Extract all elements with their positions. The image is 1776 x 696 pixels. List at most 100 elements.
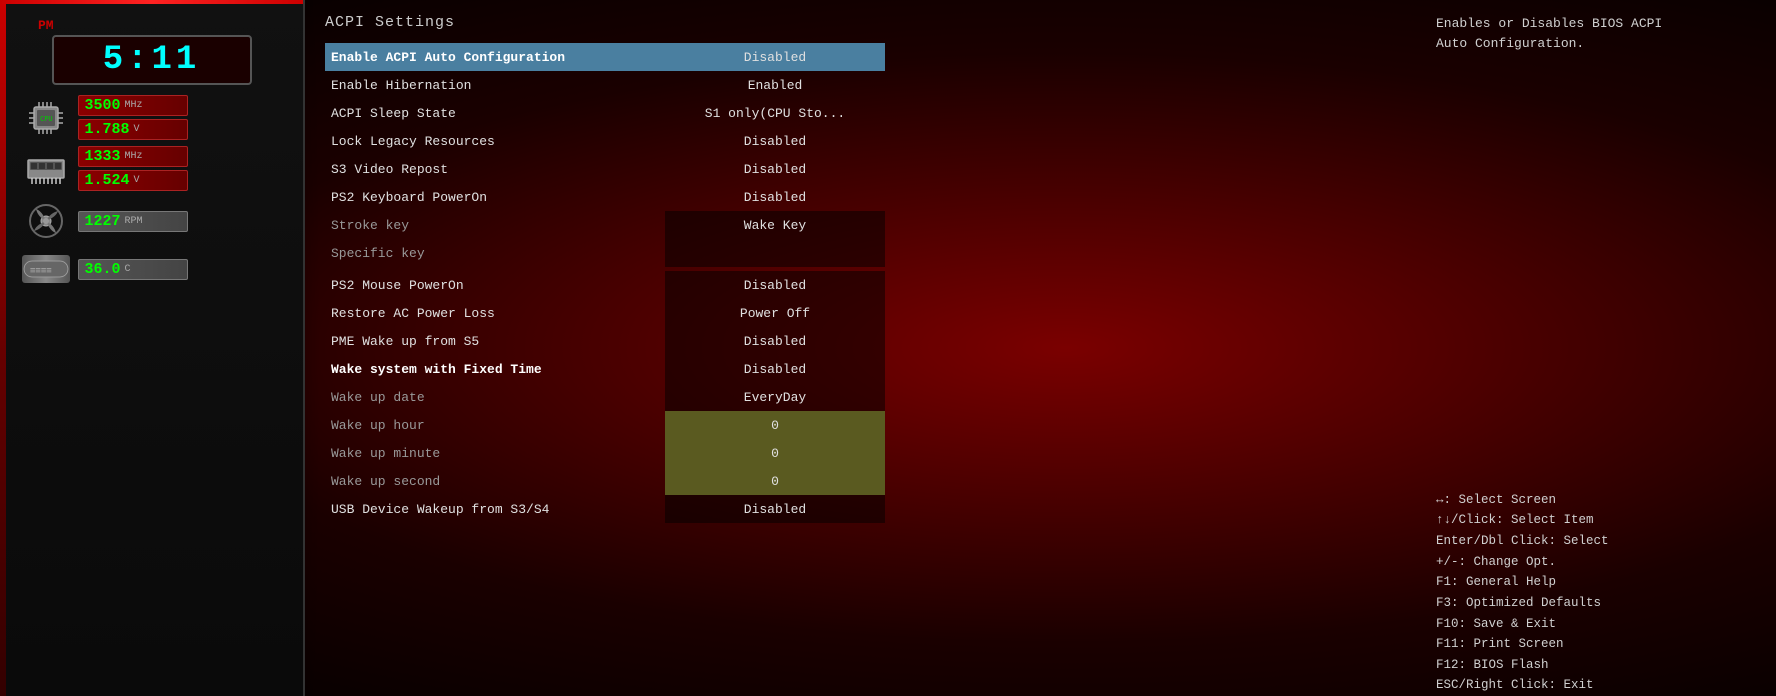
ram-freq: 1333 xyxy=(85,148,121,165)
help-line2: Auto Configuration. xyxy=(1436,36,1584,51)
value-5: Disabled xyxy=(744,190,806,205)
value-cell-13: 0 xyxy=(665,411,885,439)
ram-freq-box: 1333 MHz xyxy=(78,146,188,167)
menu-row-12[interactable]: Wake up date xyxy=(325,383,665,411)
ram-voltage: 1.524 xyxy=(85,172,130,189)
fan-stats: 1227 RPM xyxy=(78,211,188,232)
menu-row-7[interactable]: Specific key xyxy=(325,239,665,267)
help-text: Enables or Disables BIOS ACPI Auto Confi… xyxy=(1436,14,1756,53)
shortcut-f3: F3: Optimized Defaults xyxy=(1436,593,1756,614)
center-panel: ACPI Settings Enable ACPI Auto Configura… xyxy=(305,14,1416,696)
menu-label-12: Wake up date xyxy=(331,390,425,405)
value-11: Disabled xyxy=(744,362,806,377)
menu-row-13[interactable]: Wake up hour xyxy=(325,411,665,439)
value-9: Power Off xyxy=(740,306,810,321)
menu-row-11[interactable]: Wake system with Fixed Time xyxy=(325,355,665,383)
cpu-voltage: 1.788 xyxy=(85,121,130,138)
menu-row-3[interactable]: Lock Legacy Resources xyxy=(325,127,665,155)
shortcut-select-item: ↑↓/Click: Select Item xyxy=(1436,510,1756,531)
shortcut-esc: ESC/Right Click: Exit xyxy=(1436,675,1756,696)
cpu-stats: 3500 MHz 1.788 V xyxy=(78,95,188,140)
ram-freq-unit: MHz xyxy=(125,151,143,162)
menu-label-9: Restore AC Power Loss xyxy=(331,306,495,321)
help-line1: Enables or Disables BIOS ACPI xyxy=(1436,16,1662,31)
section-title: ACPI Settings xyxy=(325,14,1396,31)
menu-row-0[interactable]: Enable ACPI Auto Configuration xyxy=(325,43,665,71)
value-cell-0[interactable]: Disabled xyxy=(665,43,885,71)
menu-label-13: Wake up hour xyxy=(331,418,425,433)
fan-rpm-box: 1227 RPM xyxy=(78,211,188,232)
value-2: S1 only(CPU Sto... xyxy=(705,106,845,121)
menu-label-1: Enable Hibernation xyxy=(331,78,471,93)
value-3: Disabled xyxy=(744,134,806,149)
menu-row-16[interactable]: USB Device Wakeup from S3/S4 xyxy=(325,495,665,523)
cpu-freq-unit: MHz xyxy=(125,100,143,111)
ram-voltage-box: 1.524 V xyxy=(78,170,188,191)
temp-value: 36.0 xyxy=(85,261,121,278)
ram-section: 1333 MHz 1.524 V xyxy=(22,146,282,191)
shortcuts-section: ↔: Select Screen ↑↓/Click: Select Item E… xyxy=(1436,490,1756,696)
value-cell-7 xyxy=(665,239,885,267)
menu-row-14[interactable]: Wake up minute xyxy=(325,439,665,467)
value-cell-3: Disabled xyxy=(665,127,885,155)
fan-rpm: 1227 xyxy=(85,213,121,230)
clock-value: 5:11 xyxy=(103,41,201,79)
shortcut-f11: F11: Print Screen xyxy=(1436,634,1756,655)
menu-row-9[interactable]: Restore AC Power Loss xyxy=(325,299,665,327)
value-cell-9: Power Off xyxy=(665,299,885,327)
pm-label: PM xyxy=(38,18,54,33)
menu-row-4[interactable]: S3 Video Repost xyxy=(325,155,665,183)
value-cell-8: Disabled xyxy=(665,271,885,299)
menu-row-5[interactable]: PS2 Keyboard PowerOn xyxy=(325,183,665,211)
temp-icon: ≡≡≡≡ xyxy=(22,255,70,283)
cpu-freq-box: 3500 MHz xyxy=(78,95,188,116)
fan-icon xyxy=(22,197,70,245)
cpu-icon: CPU xyxy=(22,100,70,136)
cpu-voltage-unit: V xyxy=(134,124,140,135)
value-13: 0 xyxy=(771,418,779,433)
cpu-voltage-box: 1.788 V xyxy=(78,119,188,140)
clock-display: 5:11 xyxy=(52,35,252,85)
menu-label-5: PS2 Keyboard PowerOn xyxy=(331,190,487,205)
menu-label-14: Wake up minute xyxy=(331,446,440,461)
menu-label-2: ACPI Sleep State xyxy=(331,106,456,121)
shortcut-f10: F10: Save & Exit xyxy=(1436,614,1756,635)
value-cell-15: 0 xyxy=(665,467,885,495)
menu-row-6[interactable]: Stroke key xyxy=(325,211,665,239)
value-10: Disabled xyxy=(744,334,806,349)
menu-row-15[interactable]: Wake up second xyxy=(325,467,665,495)
ram-voltage-unit: V xyxy=(134,175,140,186)
value-cell-2: S1 only(CPU Sto... xyxy=(665,99,885,127)
menu-items-column: Enable ACPI Auto Configuration Enable Hi… xyxy=(325,43,665,523)
menu-list: Enable ACPI Auto Configuration Enable Hi… xyxy=(325,43,1396,523)
value-6: Wake Key xyxy=(744,218,806,233)
value-cell-6: Wake Key xyxy=(665,211,885,239)
shortcut-select-screen: ↔: Select Screen xyxy=(1436,490,1756,511)
menu-label-0: Enable ACPI Auto Configuration xyxy=(331,50,565,65)
menu-label-10: PME Wake up from S5 xyxy=(331,334,479,349)
value-cell-4: Disabled xyxy=(665,155,885,183)
value-16: Disabled xyxy=(744,502,806,517)
value-cell-12: EveryDay xyxy=(665,383,885,411)
menu-label-7: Specific key xyxy=(331,246,425,261)
fan-section: 1227 RPM xyxy=(22,197,282,245)
value-cell-1: Enabled xyxy=(665,71,885,99)
value-0: Disabled xyxy=(744,50,806,65)
menu-label-4: S3 Video Repost xyxy=(331,162,448,177)
value-cell-16: Disabled xyxy=(665,495,885,523)
value-1: Enabled xyxy=(748,78,803,93)
svg-text:≡≡≡≡: ≡≡≡≡ xyxy=(30,266,52,276)
menu-label-15: Wake up second xyxy=(331,474,440,489)
menu-values-column: Disabled Enabled S1 only(CPU Sto... Disa… xyxy=(665,43,885,523)
value-cell-14: 0 xyxy=(665,439,885,467)
temp-section: ≡≡≡≡ 36.0 C xyxy=(22,255,282,283)
menu-row-8[interactable]: PS2 Mouse PowerOn xyxy=(325,271,665,299)
cpu-section: CPU 3500 MHz 1.788 V xyxy=(22,95,282,140)
ram-stats: 1333 MHz 1.524 V xyxy=(78,146,188,191)
sidebar-accent xyxy=(0,0,303,4)
value-14: 0 xyxy=(771,446,779,461)
menu-row-1[interactable]: Enable Hibernation xyxy=(325,71,665,99)
menu-label-3: Lock Legacy Resources xyxy=(331,134,495,149)
menu-row-10[interactable]: PME Wake up from S5 xyxy=(325,327,665,355)
menu-row-2[interactable]: ACPI Sleep State xyxy=(325,99,665,127)
